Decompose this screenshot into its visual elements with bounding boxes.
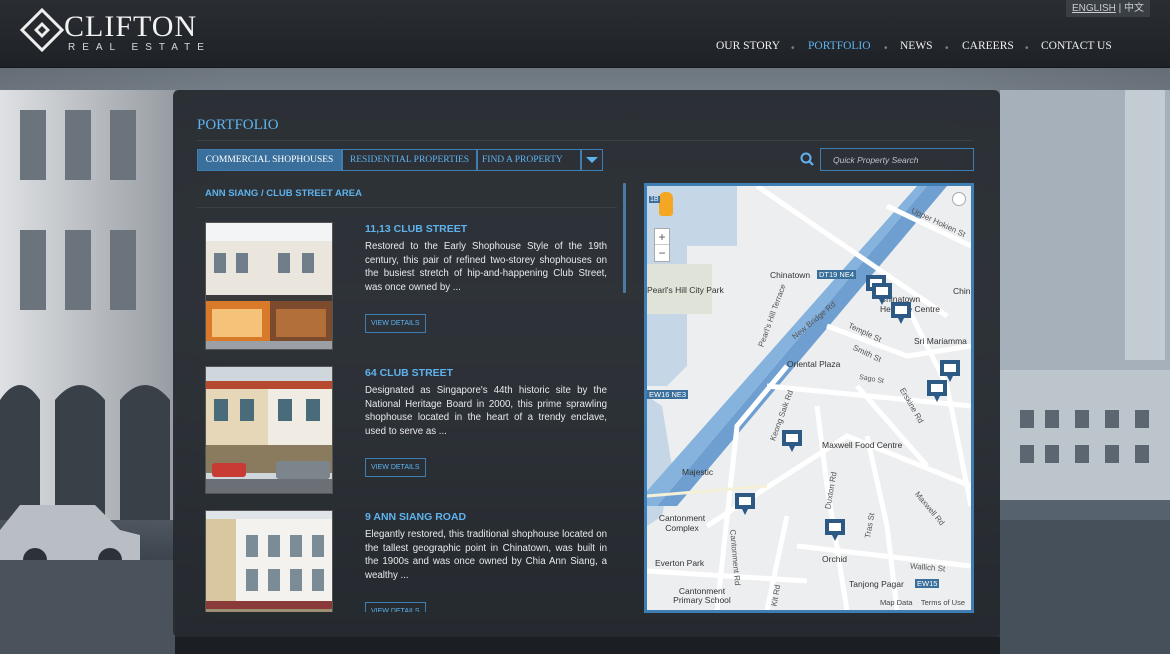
map-label-maxwell-food: Maxwell Food Centre xyxy=(822,440,903,450)
nav-news[interactable]: NEWS xyxy=(900,40,933,52)
property-name[interactable]: 64 CLUB STREET xyxy=(365,367,453,379)
nav-portfolio[interactable]: PORTFOLIO xyxy=(808,40,871,52)
map-label-ew16-mrt: EW16 NE3 xyxy=(647,390,689,399)
street-view-pegman-icon[interactable] xyxy=(659,192,673,216)
property-thumbnail[interactable] xyxy=(205,222,333,350)
property-name[interactable]: 9 ANN SIANG ROAD xyxy=(365,511,466,523)
property-item: 11,13 CLUB STREET Restored to the Early … xyxy=(205,222,615,352)
map-label-tanjong-pagar: Tanjong Pagar xyxy=(849,579,904,589)
logo-name: CLIFTON xyxy=(64,10,198,43)
map-footer: Map Data Terms of Use xyxy=(880,598,965,607)
view-details-button[interactable]: VIEW DETAILS xyxy=(365,458,426,477)
property-marker-icon[interactable] xyxy=(781,429,803,453)
tab-find-a-property[interactable]: FIND A PROPERTY xyxy=(477,149,581,171)
chevron-down-icon xyxy=(586,157,598,163)
main-nav: OUR STORY • PORTFOLIO • NEWS • CAREERS •… xyxy=(0,40,1170,56)
lang-chinese-link[interactable]: 中文 xyxy=(1124,3,1144,14)
property-thumbnail[interactable] xyxy=(205,366,333,494)
search-icon[interactable] xyxy=(800,152,814,166)
find-property-dropdown-toggle[interactable] xyxy=(581,149,603,171)
map-label-chin: Chin xyxy=(953,286,971,296)
compass-icon[interactable] xyxy=(952,192,966,206)
map-data-link[interactable]: Map Data xyxy=(880,598,913,607)
quick-property-search-input[interactable] xyxy=(820,148,974,171)
tab-residential-properties[interactable]: RESIDENTIAL PROPERTIES xyxy=(342,149,477,171)
title-divider xyxy=(197,140,973,141)
property-thumbnail[interactable] xyxy=(205,510,333,612)
shophouse-photo xyxy=(206,511,332,612)
property-item: 64 CLUB STREET Designated as Singapore's… xyxy=(205,366,615,496)
lang-separator: | xyxy=(1115,3,1125,14)
map-badge: 1B xyxy=(649,196,660,203)
view-details-button[interactable]: VIEW DETAILS xyxy=(365,314,426,333)
nav-separator-dot: • xyxy=(1025,43,1029,54)
map-label-majestic: Majestic xyxy=(682,467,714,477)
property-marker-icon[interactable] xyxy=(890,301,912,325)
property-map[interactable]: + − 1B Chinatown DT19 NE4 Pearl's Hill C… xyxy=(644,183,974,613)
nav-separator-dot: • xyxy=(791,43,795,54)
nav-separator-dot: • xyxy=(945,43,949,54)
zoom-out-button[interactable]: − xyxy=(655,245,669,261)
lang-english-link[interactable]: ENGLISH xyxy=(1072,3,1116,14)
property-description: Restored to the Early Shophouse Style of… xyxy=(365,241,607,293)
property-name[interactable]: 11,13 CLUB STREET xyxy=(365,223,467,235)
area-divider xyxy=(197,207,617,208)
nav-separator-dot: • xyxy=(884,43,888,54)
page-title: PORTFOLIO xyxy=(197,117,279,133)
list-scrollbar[interactable] xyxy=(623,183,626,293)
property-description: Elegantly restored, this traditional sho… xyxy=(365,529,607,581)
property-list[interactable]: 11,13 CLUB STREET Restored to the Early … xyxy=(197,210,621,612)
property-marker-icon[interactable] xyxy=(926,379,948,403)
map-label-chinatown-mrt: DT19 NE4 xyxy=(817,270,857,279)
map-label-orchid: Orchid xyxy=(822,554,848,564)
map-zoom-control: + − xyxy=(654,228,670,262)
shophouse-photo xyxy=(206,367,332,493)
map-label-everton-park: Everton Park xyxy=(655,558,705,568)
site-header: CLIFTON REAL ESTATE ENGLISH | 中文 OUR STO… xyxy=(0,0,1170,68)
map-label-cantonment-school: Cantonment Primary School xyxy=(673,586,731,605)
property-marker-icon[interactable] xyxy=(824,518,846,542)
map-base xyxy=(647,186,971,610)
language-switcher: ENGLISH | 中文 xyxy=(1066,0,1150,17)
nav-careers[interactable]: CAREERS xyxy=(962,40,1014,52)
map-label-cantonment-complex: Cantonment Complex xyxy=(658,513,706,533)
map-label-chinatown: Chinatown xyxy=(770,270,811,280)
tab-commercial-shophouses[interactable]: COMMERCIAL SHOPHOUSES xyxy=(197,149,342,171)
property-description: Designated as Singapore's 44th historic … xyxy=(365,385,607,437)
view-details-button[interactable]: VIEW DETAILS xyxy=(365,602,426,612)
area-title: ANN SIANG / CLUB STREET AREA xyxy=(205,188,362,199)
map-terms-link[interactable]: Terms of Use xyxy=(921,598,965,607)
nav-contact-us[interactable]: CONTACT US xyxy=(1041,40,1112,52)
map-label-ew15-mrt: EW15 xyxy=(915,579,940,588)
shophouse-photo xyxy=(206,223,332,349)
zoom-in-button[interactable]: + xyxy=(655,229,669,245)
map-label-sri-mariamma: Sri Mariamma xyxy=(914,336,967,346)
portfolio-panel: PORTFOLIO COMMERCIAL SHOPHOUSES RESIDENT… xyxy=(173,90,1000,637)
map-label-oriental-plaza: Oriental Plaza xyxy=(787,359,841,369)
property-item: 9 ANN SIANG ROAD Elegantly restored, thi… xyxy=(205,510,615,612)
map-label-hill-park: Pearl's Hill City Park xyxy=(647,285,724,295)
property-marker-icon[interactable] xyxy=(734,492,756,516)
nav-our-story[interactable]: OUR STORY xyxy=(716,40,780,52)
